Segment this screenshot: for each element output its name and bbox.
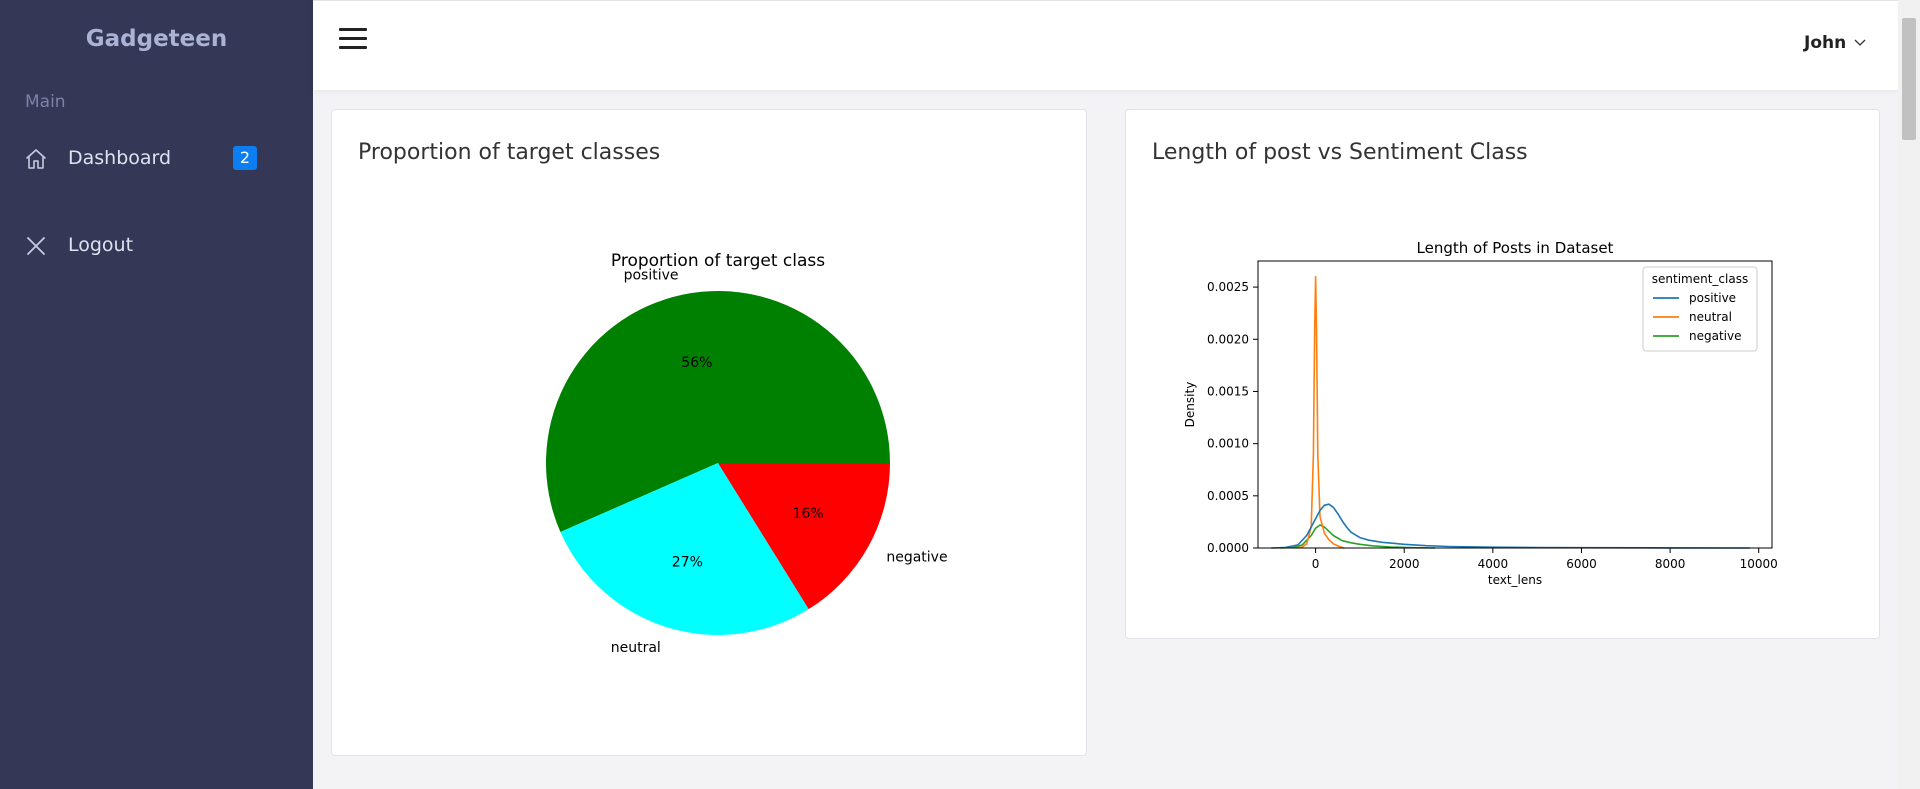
notification-badge: 2 <box>233 146 257 170</box>
hamburger-icon[interactable] <box>339 28 367 52</box>
sidebar-item-logout[interactable]: Logout <box>0 224 313 268</box>
page-scrollbar[interactable] <box>1898 0 1920 789</box>
chevron-down-icon <box>1854 39 1866 46</box>
brand-logo[interactable]: Gadgeteen <box>0 26 313 52</box>
pie-category-label: negative <box>886 550 947 566</box>
pie-pct-label: 16% <box>793 506 824 522</box>
x-tick-label: 8000 <box>1655 557 1686 571</box>
pie-pct-label: 56% <box>681 355 712 371</box>
series-line-neutral <box>1295 275 1345 549</box>
y-axis-label: Density <box>1183 382 1197 428</box>
x-tick-label: 10000 <box>1740 557 1778 571</box>
legend-title: sentiment_class <box>1652 272 1748 286</box>
x-tick-label: 6000 <box>1566 557 1597 571</box>
pie-category-label: neutral <box>611 640 661 656</box>
y-tick-label: 0.0000 <box>1207 541 1249 555</box>
length-card: Length of post vs Sentiment Class Length… <box>1125 109 1880 639</box>
legend-label: negative <box>1689 329 1741 343</box>
scroll-thumb[interactable] <box>1902 18 1916 140</box>
x-tick-label: 0 <box>1312 557 1320 571</box>
close-icon <box>27 237 45 255</box>
sidebar-item-label: Dashboard <box>68 147 172 169</box>
top-bar: John <box>313 0 1898 90</box>
x-tick-label: 2000 <box>1389 557 1420 571</box>
legend-label: neutral <box>1689 310 1732 324</box>
y-tick-label: 0.0010 <box>1207 437 1249 451</box>
x-tick-label: 4000 <box>1478 557 1509 571</box>
pie-category-label: positive <box>624 267 679 283</box>
density-chart: Length of Posts in Dataset 0 2000 4000 6000 8… <box>1183 239 1778 587</box>
sidebar-item-label: Logout <box>68 234 134 256</box>
pie-chart: Proportion of target class56%positive27%… <box>546 251 948 656</box>
user-name: John <box>1804 33 1847 53</box>
x-axis-label: text_lens <box>1488 573 1542 587</box>
pie-pct-label: 27% <box>672 555 703 571</box>
user-menu[interactable]: John <box>1804 33 1866 53</box>
y-tick-label: 0.0005 <box>1207 489 1249 503</box>
sidebar-item-dashboard[interactable]: Dashboard 2 <box>0 137 313 181</box>
section-label-main: Main <box>25 92 66 112</box>
y-tick-label: 0.0020 <box>1207 332 1249 346</box>
kde-title: Length of Posts in Dataset <box>1417 239 1614 257</box>
y-tick-label: 0.0025 <box>1207 280 1249 294</box>
sidebar: Gadgeteen Main Dashboard 2 Logout <box>0 0 313 789</box>
legend-label: positive <box>1689 291 1736 305</box>
home-icon <box>26 149 46 169</box>
proportion-card: Proportion of target classes Proportion … <box>331 109 1087 756</box>
y-tick-label: 0.0015 <box>1207 384 1249 398</box>
